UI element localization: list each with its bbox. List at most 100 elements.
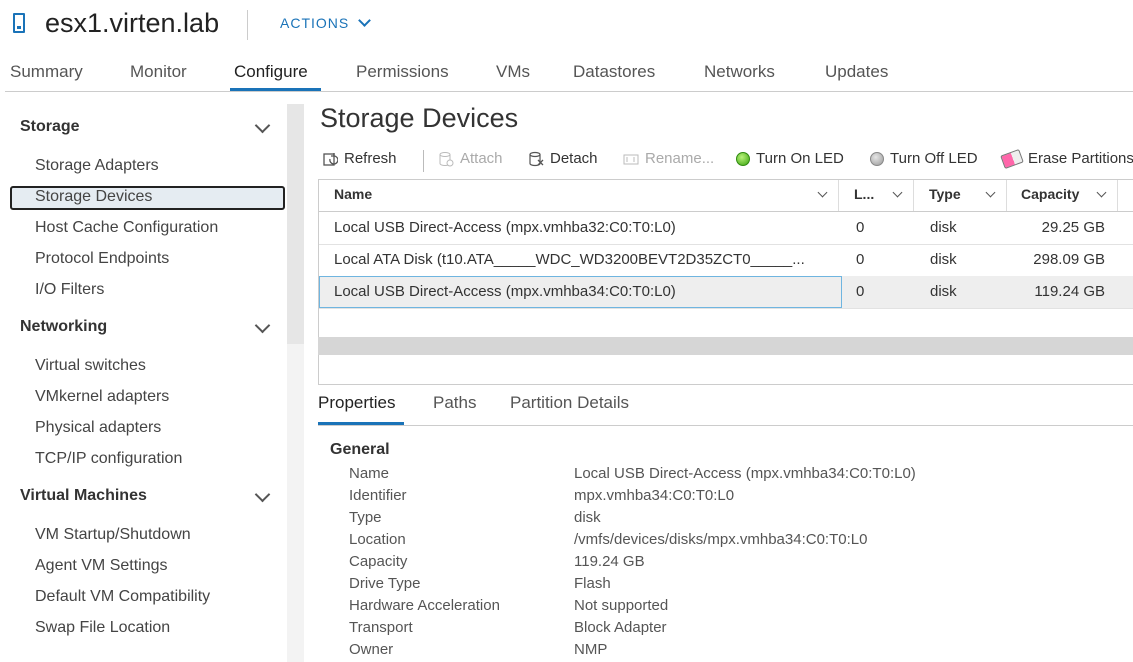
sidebar-item-physical-adapters[interactable]: Physical adapters (35, 419, 161, 437)
column-lun-label: L... (854, 186, 875, 202)
grid-bottom-border (318, 384, 1133, 385)
page-title: Storage Devices (320, 103, 519, 133)
property-value: NMP (574, 641, 608, 658)
chevron-down-icon[interactable] (817, 187, 828, 198)
cell-lun: 0 (856, 251, 865, 268)
property-label: Hardware Acceleration (349, 597, 500, 614)
property-label: Type (349, 509, 382, 526)
property-label: Transport (349, 619, 413, 636)
rename-icon (623, 154, 639, 164)
chevron-down-icon[interactable] (1096, 187, 1107, 198)
cell-name: Local USB Direct-Access (mpx.vmhba34:C0:… (334, 283, 676, 300)
tab-updates[interactable]: Updates (825, 62, 888, 82)
column-capacity-label: Capacity (1021, 186, 1080, 202)
property-label: Name (349, 465, 390, 482)
sidebar-item-virtual-switches[interactable]: Virtual switches (35, 357, 146, 375)
cell-lun: 0 (856, 219, 865, 236)
table-row-selected[interactable]: Local USB Direct-Access (mpx.vmhba34:C0:… (319, 276, 1133, 309)
chevron-down-icon[interactable] (254, 486, 271, 503)
chevron-down-icon[interactable] (892, 187, 903, 198)
column-header-capacity[interactable]: Capacity (1007, 180, 1118, 211)
host-icon (13, 13, 25, 33)
property-value: Local USB Direct-Access (mpx.vmhba34:C0:… (574, 465, 916, 482)
cell-type: disk (930, 283, 957, 300)
turn-off-led-button[interactable]: Turn Off LED (870, 150, 978, 167)
property-value: Flash (574, 575, 611, 592)
sidebar-item-storage-adapters[interactable]: Storage Adapters (35, 157, 159, 175)
property-value: disk (574, 509, 601, 526)
tab-permissions[interactable]: Permissions (356, 62, 449, 82)
cell-lun: 0 (856, 283, 865, 300)
property-label: Identifier (349, 487, 407, 504)
sidebar-item-vm-startup-shutdown[interactable]: VM Startup/Shutdown (35, 526, 191, 544)
property-value: /vmfs/devices/disks/mpx.vmhba34:C0:T0:L0 (574, 531, 868, 548)
cell-type: disk (930, 219, 957, 236)
tab-properties[interactable]: Properties (318, 393, 395, 413)
sidebar-section-virtual-machines[interactable]: Virtual Machines (20, 487, 147, 505)
attach-button[interactable]: Attach (438, 150, 503, 167)
turn-off-led-label: Turn Off LED (890, 150, 978, 167)
actions-menu-button[interactable]: ACTIONS (280, 14, 371, 31)
sidebar-item-default-vm-compatibility[interactable]: Default VM Compatibility (35, 588, 210, 606)
attach-label: Attach (460, 150, 503, 167)
refresh-button[interactable]: Refresh (322, 150, 397, 167)
cell-type: disk (930, 251, 957, 268)
sidebar-item-tcpip-configuration[interactable]: TCP/IP configuration (35, 450, 182, 468)
sidebar-item-vmkernel-adapters[interactable]: VMkernel adapters (35, 388, 169, 406)
tab-monitor[interactable]: Monitor (130, 62, 187, 82)
table-row[interactable]: Local ATA Disk (t10.ATA_____WDC_WD3200BE… (319, 244, 1133, 277)
chevron-down-icon[interactable] (254, 117, 271, 134)
toolbar-divider (423, 150, 424, 172)
tab-networks[interactable]: Networks (704, 62, 775, 82)
cell-name: Local ATA Disk (t10.ATA_____WDC_WD3200BE… (334, 251, 805, 268)
led-on-icon (736, 151, 750, 166)
tab-datastores[interactable]: Datastores (573, 62, 655, 82)
tab-summary[interactable]: Summary (10, 62, 83, 82)
property-label: Capacity (349, 553, 408, 570)
property-label: Location (349, 531, 406, 548)
column-header-type[interactable]: Type (914, 180, 1007, 211)
cell-capacity: 298.09 GB (1033, 251, 1105, 268)
turn-on-led-label: Turn On LED (756, 150, 844, 167)
cell-name: Local USB Direct-Access (mpx.vmhba32:C0:… (334, 219, 676, 236)
table-row[interactable]: Local USB Direct-Access (mpx.vmhba32:C0:… (319, 212, 1133, 245)
sidebar-section-networking[interactable]: Networking (20, 318, 107, 336)
rename-label: Rename... (645, 150, 715, 167)
eraser-icon (1000, 148, 1024, 169)
chevron-down-icon[interactable] (985, 187, 996, 198)
actions-label: ACTIONS (280, 15, 350, 31)
chevron-down-icon (358, 14, 371, 27)
sidebar-item-swap-file-location[interactable]: Swap File Location (35, 619, 170, 637)
sidebar-section-storage[interactable]: Storage (20, 118, 80, 136)
sidebar-item-agent-vm-settings[interactable]: Agent VM Settings (35, 557, 168, 575)
rename-button[interactable]: Rename... (623, 150, 714, 167)
tab-vms[interactable]: VMs (496, 62, 530, 82)
detach-button[interactable]: Detach (528, 150, 598, 167)
sidebar-item-protocol-endpoints[interactable]: Protocol Endpoints (35, 250, 169, 268)
detach-icon (529, 151, 544, 166)
tab-partition-details[interactable]: Partition Details (510, 393, 629, 413)
properties-section-title: General (330, 441, 390, 458)
grid-horizontal-scrollbar[interactable] (318, 337, 1133, 355)
tabs-divider (5, 91, 1133, 92)
sidebar-item-host-cache-configuration[interactable]: Host Cache Configuration (35, 219, 218, 237)
sidebar-item-io-filters[interactable]: I/O Filters (35, 281, 104, 299)
property-label: Owner (349, 641, 394, 658)
column-header-lun[interactable]: L... (839, 180, 914, 211)
header-divider (247, 10, 248, 40)
tab-paths[interactable]: Paths (433, 393, 476, 413)
turn-on-led-button[interactable]: Turn On LED (736, 150, 844, 167)
column-name-label: Name (334, 186, 373, 202)
grid-header: Name L... Type Capacity (319, 180, 1133, 212)
detach-label: Detach (550, 150, 598, 167)
property-label: Drive Type (349, 575, 421, 592)
sidebar-item-storage-devices[interactable]: Storage Devices (35, 188, 152, 206)
erase-partitions-label: Erase Partitions (1028, 150, 1133, 167)
chevron-down-icon[interactable] (254, 317, 271, 334)
refresh-icon (323, 152, 338, 166)
detail-tabs-divider (318, 425, 1133, 426)
erase-partitions-button[interactable]: Erase Partitions (1000, 148, 1133, 169)
attach-icon (439, 151, 454, 166)
column-header-name[interactable]: Name (319, 180, 839, 211)
tab-configure[interactable]: Configure (234, 62, 308, 82)
